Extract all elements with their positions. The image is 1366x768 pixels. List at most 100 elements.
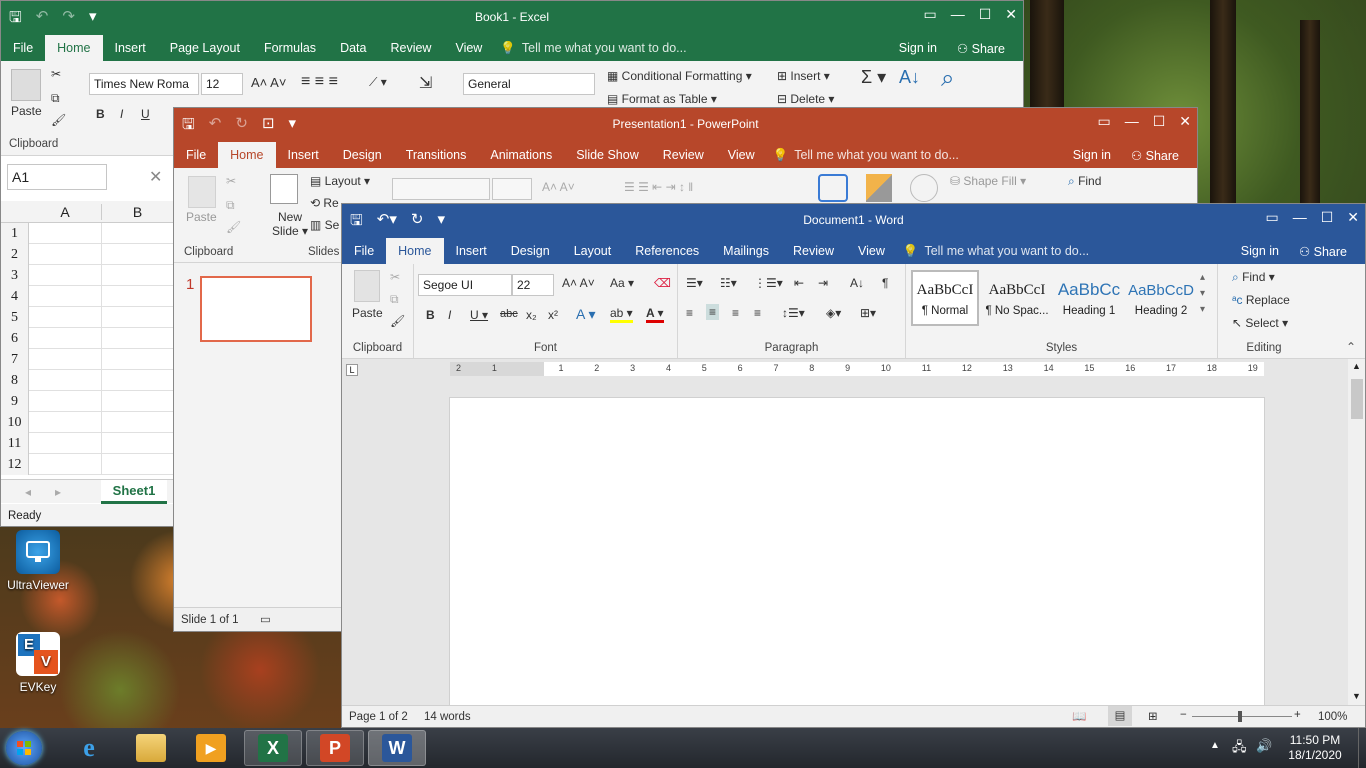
tab-review[interactable]: Review bbox=[651, 142, 716, 168]
decrease-indent-icon[interactable]: ⇤ bbox=[794, 276, 804, 290]
subscript-icon[interactable]: x₂ bbox=[526, 308, 537, 322]
align-center-icon[interactable]: ≡ bbox=[706, 304, 720, 320]
font-name-box[interactable] bbox=[392, 178, 490, 200]
bold-icon[interactable]: B bbox=[426, 308, 435, 322]
paste-button[interactable]: Paste bbox=[186, 210, 217, 224]
format-as-table-button[interactable]: ▤ Format as Table ▾ bbox=[607, 92, 717, 106]
collapse-ribbon-icon[interactable]: ⌃ bbox=[1346, 340, 1356, 354]
orientation-icon[interactable]: ⟋ ▾ bbox=[369, 75, 387, 90]
tab-formulas[interactable]: Formulas bbox=[252, 35, 328, 61]
worksheet-row[interactable]: 8 bbox=[1, 370, 175, 391]
worksheet-row[interactable]: 3 bbox=[1, 265, 175, 286]
paste-button[interactable]: Paste bbox=[11, 104, 42, 118]
worksheet-row[interactable]: 1 bbox=[1, 223, 175, 244]
volume-icon[interactable]: 🔊 bbox=[1256, 738, 1272, 754]
select-button[interactable]: ↖ Select ▾ bbox=[1232, 316, 1288, 330]
tab-animations[interactable]: Animations bbox=[478, 142, 564, 168]
zoom-level[interactable]: 100% bbox=[1318, 711, 1347, 723]
strikethrough-icon[interactable]: abc bbox=[500, 308, 518, 320]
share-button[interactable]: ⚇ Share bbox=[1299, 244, 1347, 259]
new-slide-icon[interactable] bbox=[270, 174, 298, 204]
network-icon[interactable]: 🖧 bbox=[1232, 738, 1247, 760]
font-size-box[interactable]: 12 bbox=[201, 73, 243, 95]
ribbon-display-icon[interactable]: ▭ bbox=[1265, 209, 1278, 226]
insert-cells-button[interactable]: ⊞ Insert ▾ bbox=[777, 69, 830, 83]
underline-icon[interactable]: U bbox=[141, 107, 150, 121]
taskbar-file-explorer[interactable] bbox=[122, 730, 180, 766]
column-header[interactable]: B bbox=[101, 204, 173, 220]
row-header[interactable]: 2 bbox=[1, 244, 29, 265]
grow-font-icon[interactable]: A˄ A˅ bbox=[562, 276, 595, 290]
format-painter-icon[interactable]: 🖌 bbox=[390, 314, 405, 328]
tab-selector-icon[interactable]: L bbox=[346, 364, 358, 376]
underline-icon[interactable]: U ▾ bbox=[470, 308, 488, 322]
sign-in-link[interactable]: Sign in bbox=[1073, 148, 1111, 162]
tab-view[interactable]: View bbox=[846, 238, 897, 264]
styles-more-icon[interactable]: ▴ ▾ ▾ bbox=[1200, 270, 1205, 318]
text-effects-icon[interactable]: A ▾ bbox=[576, 306, 595, 323]
zoom-out-icon[interactable]: − bbox=[1180, 709, 1187, 721]
minimize-icon[interactable]: — bbox=[951, 6, 965, 23]
name-box[interactable]: A1 bbox=[7, 164, 107, 190]
new-slide-button[interactable]: New Slide ▾ bbox=[272, 210, 308, 238]
start-button[interactable] bbox=[6, 731, 42, 765]
scroll-down-icon[interactable]: ▼ bbox=[1352, 691, 1361, 701]
section-button[interactable]: ▥ Se bbox=[310, 218, 339, 232]
arrange-icon[interactable] bbox=[866, 174, 892, 202]
cut-icon[interactable]: ✂ bbox=[390, 270, 400, 284]
tab-slide-show[interactable]: Slide Show bbox=[564, 142, 651, 168]
sort-icon[interactable]: A↓ bbox=[850, 276, 864, 290]
vertical-scrollbar[interactable]: ▲ ▼ bbox=[1348, 359, 1365, 707]
tell-me-input[interactable]: Tell me what you want to do... bbox=[522, 41, 687, 55]
justify-icon[interactable]: ≡ bbox=[754, 306, 761, 320]
sign-in-link[interactable]: Sign in bbox=[1241, 244, 1279, 258]
minimize-icon[interactable]: — bbox=[1125, 113, 1139, 130]
tab-data[interactable]: Data bbox=[328, 35, 378, 61]
minimize-icon[interactable]: — bbox=[1293, 209, 1307, 226]
line-spacing-icon[interactable]: ↕☰▾ bbox=[782, 306, 805, 320]
worksheet-row[interactable]: 9 bbox=[1, 391, 175, 412]
tab-layout[interactable]: Layout bbox=[562, 238, 624, 264]
clear-formatting-icon[interactable]: ⌫ bbox=[654, 276, 671, 290]
sort-filter-icon[interactable]: A↓ bbox=[899, 67, 920, 88]
shading-icon[interactable]: ◈▾ bbox=[826, 306, 841, 320]
highlight-icon[interactable]: ab ▾ bbox=[610, 306, 633, 323]
tab-home[interactable]: Home bbox=[386, 238, 444, 264]
layout-button[interactable]: ▤ Layout ▾ bbox=[310, 174, 370, 188]
shape-fill-button[interactable]: ⛁ Shape Fill ▾ bbox=[950, 174, 1026, 188]
row-header[interactable]: 3 bbox=[1, 265, 29, 286]
horizontal-ruler[interactable]: 2 1 1 2 3 4 5 6 7 8 9 10 11 12 13 14 15 16 17 18 19 bbox=[450, 362, 1264, 376]
row-header[interactable]: 12 bbox=[1, 454, 29, 475]
row-header[interactable]: 5 bbox=[1, 307, 29, 328]
taskbar-internet-explorer[interactable]: e bbox=[60, 730, 118, 766]
copy-icon[interactable]: ⧉ bbox=[390, 292, 399, 307]
maximize-icon[interactable]: ☐ bbox=[1153, 113, 1166, 130]
maximize-icon[interactable]: ☐ bbox=[979, 6, 992, 23]
worksheet-row[interactable]: 5 bbox=[1, 307, 175, 328]
row-header[interactable]: 4 bbox=[1, 286, 29, 307]
tab-file[interactable]: File bbox=[342, 238, 386, 264]
worksheet-grid[interactable]: A B 1 2 3 4 5 6 7 8 9 10 11 12 bbox=[1, 201, 175, 479]
superscript-icon[interactable]: x² bbox=[548, 308, 558, 322]
ribbon-display-icon[interactable]: ▭ bbox=[1097, 113, 1110, 130]
tab-references[interactable]: References bbox=[623, 238, 711, 264]
style-no-spacing[interactable]: AaBbCcI ¶ No Spac... bbox=[983, 270, 1051, 326]
close-icon[interactable]: ✕ bbox=[1347, 209, 1359, 226]
document-page[interactable] bbox=[449, 397, 1265, 707]
worksheet-row[interactable]: 2 bbox=[1, 244, 175, 265]
worksheet-row[interactable]: 10 bbox=[1, 412, 175, 433]
multilevel-list-icon[interactable]: ⋮☰▾ bbox=[754, 276, 783, 290]
find-button[interactable]: ⌕ Find ▾ bbox=[1232, 270, 1275, 285]
tell-me-input[interactable]: Tell me what you want to do... bbox=[924, 244, 1089, 258]
page-count[interactable]: Page 1 of 2 bbox=[349, 711, 408, 723]
grow-font-icon[interactable]: A˄ A˅ bbox=[542, 180, 575, 194]
tab-file[interactable]: File bbox=[174, 142, 218, 168]
tab-file[interactable]: File bbox=[1, 35, 45, 61]
align-right-icon[interactable]: ≡ bbox=[732, 306, 739, 320]
tab-review[interactable]: Review bbox=[781, 238, 846, 264]
show-hidden-icons[interactable]: ▲ bbox=[1210, 740, 1220, 751]
notes-icon[interactable]: ▭ bbox=[260, 612, 271, 626]
number-format-box[interactable]: General bbox=[463, 73, 595, 95]
maximize-icon[interactable]: ☐ bbox=[1321, 209, 1334, 226]
style-heading-1[interactable]: AaBbCc Heading 1 bbox=[1055, 270, 1123, 326]
